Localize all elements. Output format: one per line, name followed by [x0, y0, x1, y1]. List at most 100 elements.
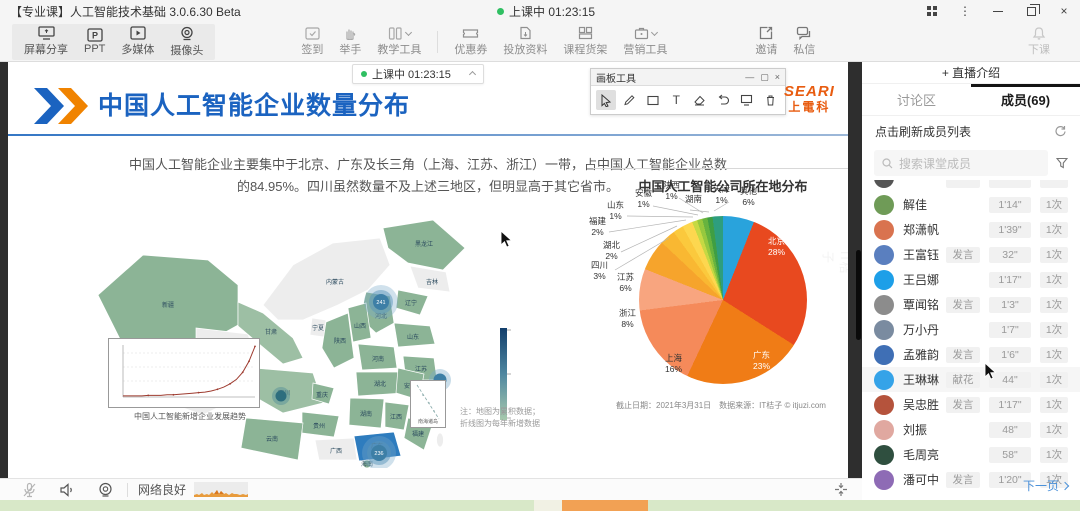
- time-badge: 1'17": [989, 272, 1031, 288]
- layout-grid-icon[interactable]: [924, 3, 940, 19]
- invite-button[interactable]: 邀请: [747, 24, 785, 60]
- panel-maximize-icon[interactable]: ▢: [760, 72, 769, 83]
- province-label: 云南: [266, 435, 278, 443]
- member-row[interactable]: 解佳1'14"1次: [862, 192, 1080, 217]
- action-badge: 发言: [946, 397, 980, 413]
- text-tool[interactable]: T: [667, 90, 687, 110]
- pie-label-shandong: 山东1%: [607, 200, 624, 221]
- eraser-icon: [693, 94, 706, 106]
- pie-label-anhui: 安徽1%: [635, 188, 652, 209]
- pie-chart: 中国人工智能公司所在地分布 其他6% 北京28% 广东23% 上海16% 浙江8…: [593, 160, 848, 420]
- avatar: [874, 345, 894, 365]
- province-label: 辽宁: [405, 299, 417, 307]
- title-chevrons-icon: [34, 88, 92, 124]
- time-badge: 58": [989, 447, 1031, 463]
- member-row[interactable]: 毛周亮58"1次: [862, 442, 1080, 467]
- collapse-panel-icon[interactable]: [834, 482, 848, 497]
- chevron-down-icon: [405, 28, 412, 35]
- more-menu-icon[interactable]: ⋮: [957, 3, 973, 19]
- pie-label-sichuan: 四川3%: [591, 260, 608, 281]
- member-row[interactable]: 王吕娜1'17"1次: [862, 267, 1080, 292]
- distribute-materials-button[interactable]: 投放资料: [495, 24, 555, 60]
- avatar: [874, 420, 894, 440]
- member-row[interactable]: 刘振48"1次: [862, 417, 1080, 442]
- search-input[interactable]: 搜索课堂成员: [874, 150, 1048, 176]
- province-label: 河南: [372, 355, 384, 363]
- close-button[interactable]: ×: [1056, 3, 1072, 19]
- count-badge: 1次: [1040, 322, 1068, 338]
- avatar: [874, 370, 894, 390]
- time-badge: 1'3": [989, 297, 1031, 313]
- chevron-down-icon: [651, 28, 658, 35]
- map-note: 注：地图为累积数据； 折线图为每年新增数据: [460, 406, 540, 430]
- refresh-members-label: 点击刷新成员列表: [875, 123, 971, 140]
- title-underline: [8, 134, 848, 136]
- member-row[interactable]: 万小丹1'7"1次: [862, 317, 1080, 342]
- member-row[interactable]: 孟雅韵发言1'6"1次: [862, 342, 1080, 367]
- count-badge: 1次: [1040, 272, 1068, 288]
- pencil-icon: [623, 94, 635, 106]
- province-label: 湖南: [360, 410, 372, 418]
- clear-tool[interactable]: [761, 90, 781, 110]
- province-label: 江西: [390, 414, 402, 421]
- province-label: 山西: [354, 322, 366, 330]
- end-class-button[interactable]: 下课: [1020, 24, 1058, 60]
- watermark: IT桔子: [820, 251, 848, 283]
- share-arrow-icon: [759, 26, 773, 40]
- teaching-tools-button[interactable]: 教学工具: [369, 24, 429, 60]
- chevron-right-icon: [1061, 481, 1069, 489]
- audio-waveform: [194, 482, 248, 497]
- member-row[interactable]: 王富钰发言32"1次: [862, 242, 1080, 267]
- board-tool[interactable]: [737, 90, 757, 110]
- class-status: 上课中 01:23:15: [497, 0, 595, 22]
- pen-tool[interactable]: [620, 90, 640, 110]
- window-titlebar: 【专业课】人工智能技术基础 3.0.6.30 Beta 上课中 01:23:15…: [0, 0, 1080, 22]
- beijing-bubble-value: 241: [376, 300, 385, 306]
- camera-button[interactable]: 摄像头: [162, 24, 211, 60]
- panel-minimize-icon[interactable]: —: [745, 72, 754, 82]
- speaker-icon[interactable]: [59, 483, 76, 497]
- member-search-row: 搜索课堂成员: [862, 146, 1080, 180]
- time-badge: 1'17": [989, 397, 1031, 413]
- province-label: 黑龙江: [415, 240, 433, 248]
- minimize-button[interactable]: [990, 3, 1006, 19]
- media-button[interactable]: 多媒体: [113, 24, 162, 60]
- time-badge: 48": [989, 422, 1031, 438]
- member-row-highlighted[interactable]: 王琳琳献花44"1次: [862, 367, 1080, 392]
- member-row[interactable]: 郑潇帆1'39"1次: [862, 217, 1080, 242]
- pie-label-other: 其他6%: [740, 186, 757, 207]
- eraser-tool[interactable]: [690, 90, 710, 110]
- refresh-members-row[interactable]: 点击刷新成员列表: [862, 116, 1080, 146]
- maximize-button[interactable]: [1023, 3, 1039, 19]
- marketing-tools-button[interactable]: 营销工具: [615, 24, 675, 60]
- ppt-button[interactable]: P PPT: [76, 24, 113, 60]
- count-badge: 1次: [1040, 372, 1068, 388]
- live-dot-icon: [497, 8, 504, 15]
- coupon-button[interactable]: 优惠券: [446, 24, 495, 60]
- live-intro-button[interactable]: + 直播介绍: [862, 62, 1080, 84]
- next-page-button[interactable]: 下一页: [1023, 477, 1068, 494]
- panel-close-icon[interactable]: ×: [775, 72, 780, 82]
- rectangle-tool[interactable]: [643, 90, 663, 110]
- undo-tool[interactable]: [714, 90, 734, 110]
- private-message-button[interactable]: 私信: [785, 24, 823, 60]
- member-row[interactable]: 覃闻铭发言1'3"1次: [862, 292, 1080, 317]
- raise-hand-button[interactable]: 举手: [331, 24, 369, 60]
- tab-discussion[interactable]: 讨论区: [862, 84, 971, 115]
- tab-members[interactable]: 成员(69): [971, 84, 1080, 115]
- province-label: 贵州: [313, 422, 325, 430]
- webcam-icon[interactable]: [98, 482, 113, 497]
- course-shelf-button[interactable]: 课程货架: [555, 24, 615, 60]
- select-tool[interactable]: [596, 90, 616, 110]
- search-placeholder: 搜索课堂成员: [899, 155, 971, 172]
- filter-icon[interactable]: [1056, 157, 1068, 169]
- province-label: 重庆: [316, 391, 328, 399]
- screen-share-button[interactable]: 屏幕分享: [16, 24, 76, 60]
- microphone-muted-icon[interactable]: [22, 482, 37, 498]
- sign-in-button[interactable]: 签到: [293, 24, 331, 60]
- refresh-icon[interactable]: [1054, 125, 1067, 138]
- member-row[interactable]: 吴忠胜发言1'17"1次: [862, 392, 1080, 417]
- province-label: 吉林: [426, 278, 438, 286]
- scrollbar[interactable]: [856, 250, 861, 340]
- slide-status-badge[interactable]: 上课中 01:23:15: [352, 64, 484, 84]
